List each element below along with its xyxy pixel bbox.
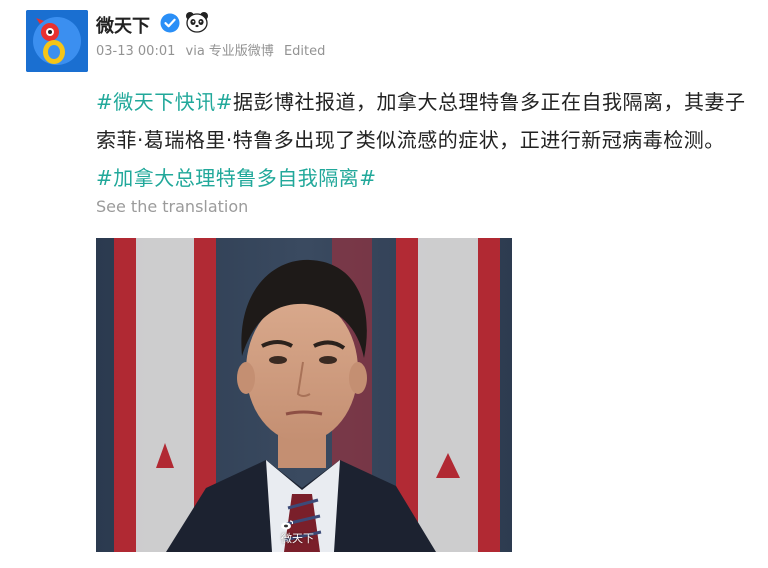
post-image[interactable]: 微天下 — [96, 238, 512, 552]
author-name[interactable]: 微天下 — [96, 12, 150, 38]
panda-icon — [186, 12, 208, 33]
avatar-logo-icon — [26, 10, 88, 72]
see-translation-link[interactable]: See the translation — [96, 197, 248, 216]
canada-flag-right — [396, 238, 500, 552]
author-avatar[interactable] — [26, 10, 88, 72]
via-label: via — [185, 44, 205, 59]
weibo-post: 微天下 03-13 00:01 via 专业版微博 Edited #微天下快讯#据… — [0, 0, 768, 568]
post-meta: 03-13 00:01 via 专业版微博 Edited — [96, 40, 331, 59]
portrait-photo — [96, 238, 512, 552]
post-source[interactable]: 专业版微博 — [209, 44, 274, 59]
image-watermark: 微天下 — [281, 520, 314, 546]
edited-label: Edited — [283, 44, 326, 59]
hashtag-link[interactable]: #微天下快讯# — [96, 90, 233, 114]
hashtag-link[interactable]: #加拿大总理特鲁多自我隔离# — [96, 166, 377, 190]
post-body: #微天下快讯#据彭博社报道，加拿大总理特鲁多正在自我隔离，其妻子索菲·葛瑞格里·… — [96, 83, 746, 197]
watermark-text: 微天下 — [281, 532, 314, 545]
post-timestamp: 03-13 00:01 — [96, 44, 176, 59]
verified-check-icon — [160, 13, 180, 33]
weibo-logo-icon — [281, 520, 293, 530]
